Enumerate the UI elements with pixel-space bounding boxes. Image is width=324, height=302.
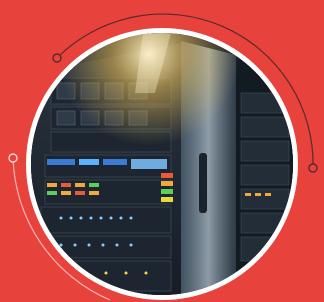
arc-node-right: [308, 163, 318, 173]
server-rack-photo: [26, 28, 298, 300]
arc-node-left: [8, 153, 18, 163]
arc-node-top-left: [52, 53, 62, 63]
server-rack-illustration: [31, 33, 293, 295]
hero-graphic: [0, 0, 324, 302]
